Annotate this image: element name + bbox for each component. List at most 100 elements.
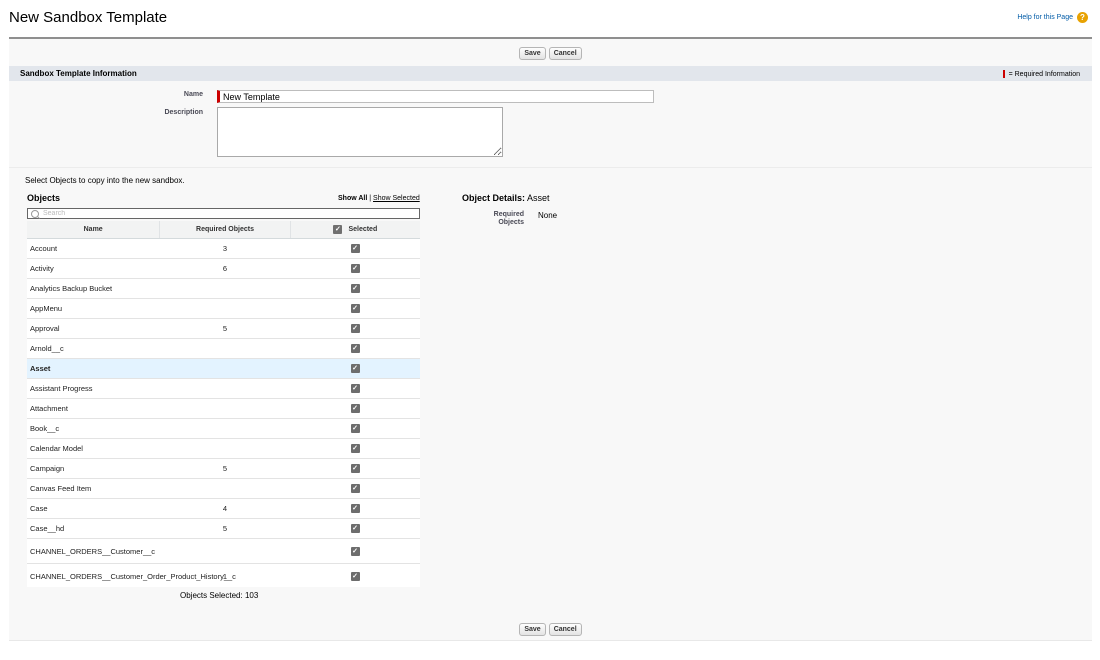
object-name-cell[interactable]: Calendar Model <box>27 439 160 458</box>
objects-title: Objects <box>27 193 61 203</box>
table-row[interactable]: Assistant Progress ✓ <box>27 379 420 399</box>
select-all-checkbox[interactable]: ✓ <box>333 225 343 234</box>
object-name-cell[interactable]: CHANNEL_ORDERS__Customer__c <box>27 539 160 563</box>
table-header: Name Required Objects ✓ Selected <box>27 221 420 239</box>
table-row[interactable]: CHANNEL_ORDERS__Customer_Order_Product_H… <box>27 564 420 587</box>
selected-cell: ✓ <box>290 299 420 318</box>
table-row[interactable]: Attachment ✓ <box>27 399 420 419</box>
required-objects-cell <box>160 439 290 458</box>
name-label: Name <box>183 91 203 98</box>
selected-cell: ✓ <box>290 319 420 338</box>
search-icon <box>31 209 39 218</box>
table-row[interactable]: AppMenu ✓ <box>27 299 420 319</box>
required-objects-cell: 5 <box>222 324 228 333</box>
column-header-name[interactable]: Name <box>27 221 161 238</box>
row-checkbox[interactable]: ✓ <box>350 264 360 273</box>
row-checkbox[interactable]: ✓ <box>350 424 360 433</box>
selected-cell: ✓ <box>290 339 420 358</box>
row-checkbox[interactable]: ✓ <box>350 444 360 453</box>
selected-cell: ✓ <box>290 239 420 258</box>
selected-cell: ✓ <box>290 399 420 418</box>
object-name-cell[interactable]: Case__hd <box>27 519 160 538</box>
table-row[interactable]: Canvas Feed Item ✓ <box>27 479 420 499</box>
help-area: Help for this Page ? <box>1017 12 1088 23</box>
selected-cell: ✓ <box>290 259 420 278</box>
required-objects-label: Required Objects <box>493 211 524 226</box>
save-button[interactable]: Save <box>519 47 546 60</box>
table-body: Account 3 ✓ Activity 6 ✓ Analytics Backup Buck… <box>27 239 420 587</box>
required-objects-value: None <box>538 211 558 220</box>
object-name-cell[interactable]: Assistant Progress <box>27 379 160 398</box>
row-checkbox[interactable]: ✓ <box>350 404 360 413</box>
table-row[interactable]: Analytics Backup Bucket ✓ <box>27 279 420 299</box>
selected-cell: ✓ <box>290 479 420 498</box>
table-row[interactable]: Campaign 5 ✓ <box>27 459 420 479</box>
object-name-cell[interactable]: Activity <box>27 259 160 278</box>
object-name-cell[interactable]: Book__c <box>27 419 160 438</box>
object-name-cell[interactable]: Canvas Feed Item <box>27 479 160 498</box>
page-title: New Sandbox Template <box>9 9 168 26</box>
row-checkbox[interactable]: ✓ <box>350 546 360 556</box>
required-objects-cell <box>160 399 290 418</box>
selected-cell: ✓ <box>290 499 420 518</box>
name-field[interactable] <box>217 90 654 103</box>
row-checkbox[interactable]: ✓ <box>350 364 360 373</box>
row-checkbox[interactable]: ✓ <box>350 344 360 353</box>
object-name-cell[interactable]: Case <box>27 499 160 518</box>
object-name-cell[interactable]: CHANNEL_ORDERS__Customer_Order_Product_H… <box>27 564 236 587</box>
show-selected-link[interactable]: Show Selected <box>373 195 420 202</box>
table-row[interactable]: Calendar Model ✓ <box>27 439 420 459</box>
section-header: Sandbox Template Information = Required … <box>9 66 1092 81</box>
row-checkbox[interactable]: ✓ <box>350 324 360 333</box>
selected-cell: ✓ <box>290 379 420 398</box>
search-input[interactable] <box>39 209 413 218</box>
help-link[interactable]: Help for this Page <box>1017 14 1073 21</box>
table-row[interactable]: Case__hd 5 ✓ <box>27 519 420 539</box>
selected-count-value: 103 <box>244 591 259 600</box>
selected-cell: ✓ <box>290 564 420 587</box>
object-name-cell[interactable]: AppMenu <box>27 299 160 318</box>
edit-panel: Save Cancel Sandbox Template Information… <box>9 37 1092 641</box>
table-row[interactable]: Approval 5 ✓ <box>27 319 420 339</box>
row-checkbox[interactable]: ✓ <box>350 384 360 393</box>
object-name-cell[interactable]: Account <box>27 239 160 258</box>
description-field[interactable] <box>217 107 503 157</box>
required-objects-cell <box>160 359 290 378</box>
question-icon[interactable]: ? <box>1077 12 1088 23</box>
object-name-cell[interactable]: Arnold__c <box>27 339 160 358</box>
show-all-link[interactable]: Show All <box>338 195 367 202</box>
required-objects-cell: 4 <box>222 504 228 513</box>
objects-table[interactable]: Name Required Objects ✓ Selected Account… <box>27 221 420 587</box>
row-checkbox[interactable]: ✓ <box>350 304 360 313</box>
required-objects-cell <box>160 279 290 298</box>
row-checkbox[interactable]: ✓ <box>350 524 360 533</box>
bottom-button-row: Save Cancel <box>9 623 1092 636</box>
row-checkbox[interactable]: ✓ <box>350 571 360 581</box>
table-row[interactable]: CHANNEL_ORDERS__Customer__c ✓ <box>27 539 420 564</box>
row-checkbox[interactable]: ✓ <box>350 284 360 293</box>
required-objects-cell: 1 <box>222 571 228 581</box>
object-name-cell[interactable]: Analytics Backup Bucket <box>27 279 160 298</box>
object-name-cell[interactable]: Attachment <box>27 399 160 418</box>
table-row[interactable]: Asset ✓ <box>27 359 420 379</box>
section-divider <box>9 167 1092 168</box>
required-objects-cell <box>160 339 290 358</box>
table-row[interactable]: Account 3 ✓ <box>27 239 420 259</box>
cancel-button[interactable]: Cancel <box>548 47 582 60</box>
object-name-cell[interactable]: Approval <box>27 319 160 338</box>
column-header-required[interactable]: Required Objects <box>160 221 291 238</box>
required-objects-cell <box>160 419 290 438</box>
row-checkbox[interactable]: ✓ <box>350 504 360 513</box>
table-row[interactable]: Activity 6 ✓ <box>27 259 420 279</box>
row-checkbox[interactable]: ✓ <box>350 484 360 493</box>
object-name-cell[interactable]: Asset <box>27 359 160 378</box>
object-name-cell[interactable]: Campaign <box>27 459 160 478</box>
table-row[interactable]: Book__c ✓ <box>27 419 420 439</box>
object-details-prefix: Object Details: <box>462 193 526 203</box>
cancel-button-bottom[interactable]: Cancel <box>548 623 582 636</box>
table-row[interactable]: Arnold__c ✓ <box>27 339 420 359</box>
save-button-bottom[interactable]: Save <box>519 623 546 636</box>
table-row[interactable]: Case 4 ✓ <box>27 499 420 519</box>
row-checkbox[interactable]: ✓ <box>350 244 360 253</box>
row-checkbox[interactable]: ✓ <box>350 464 360 473</box>
